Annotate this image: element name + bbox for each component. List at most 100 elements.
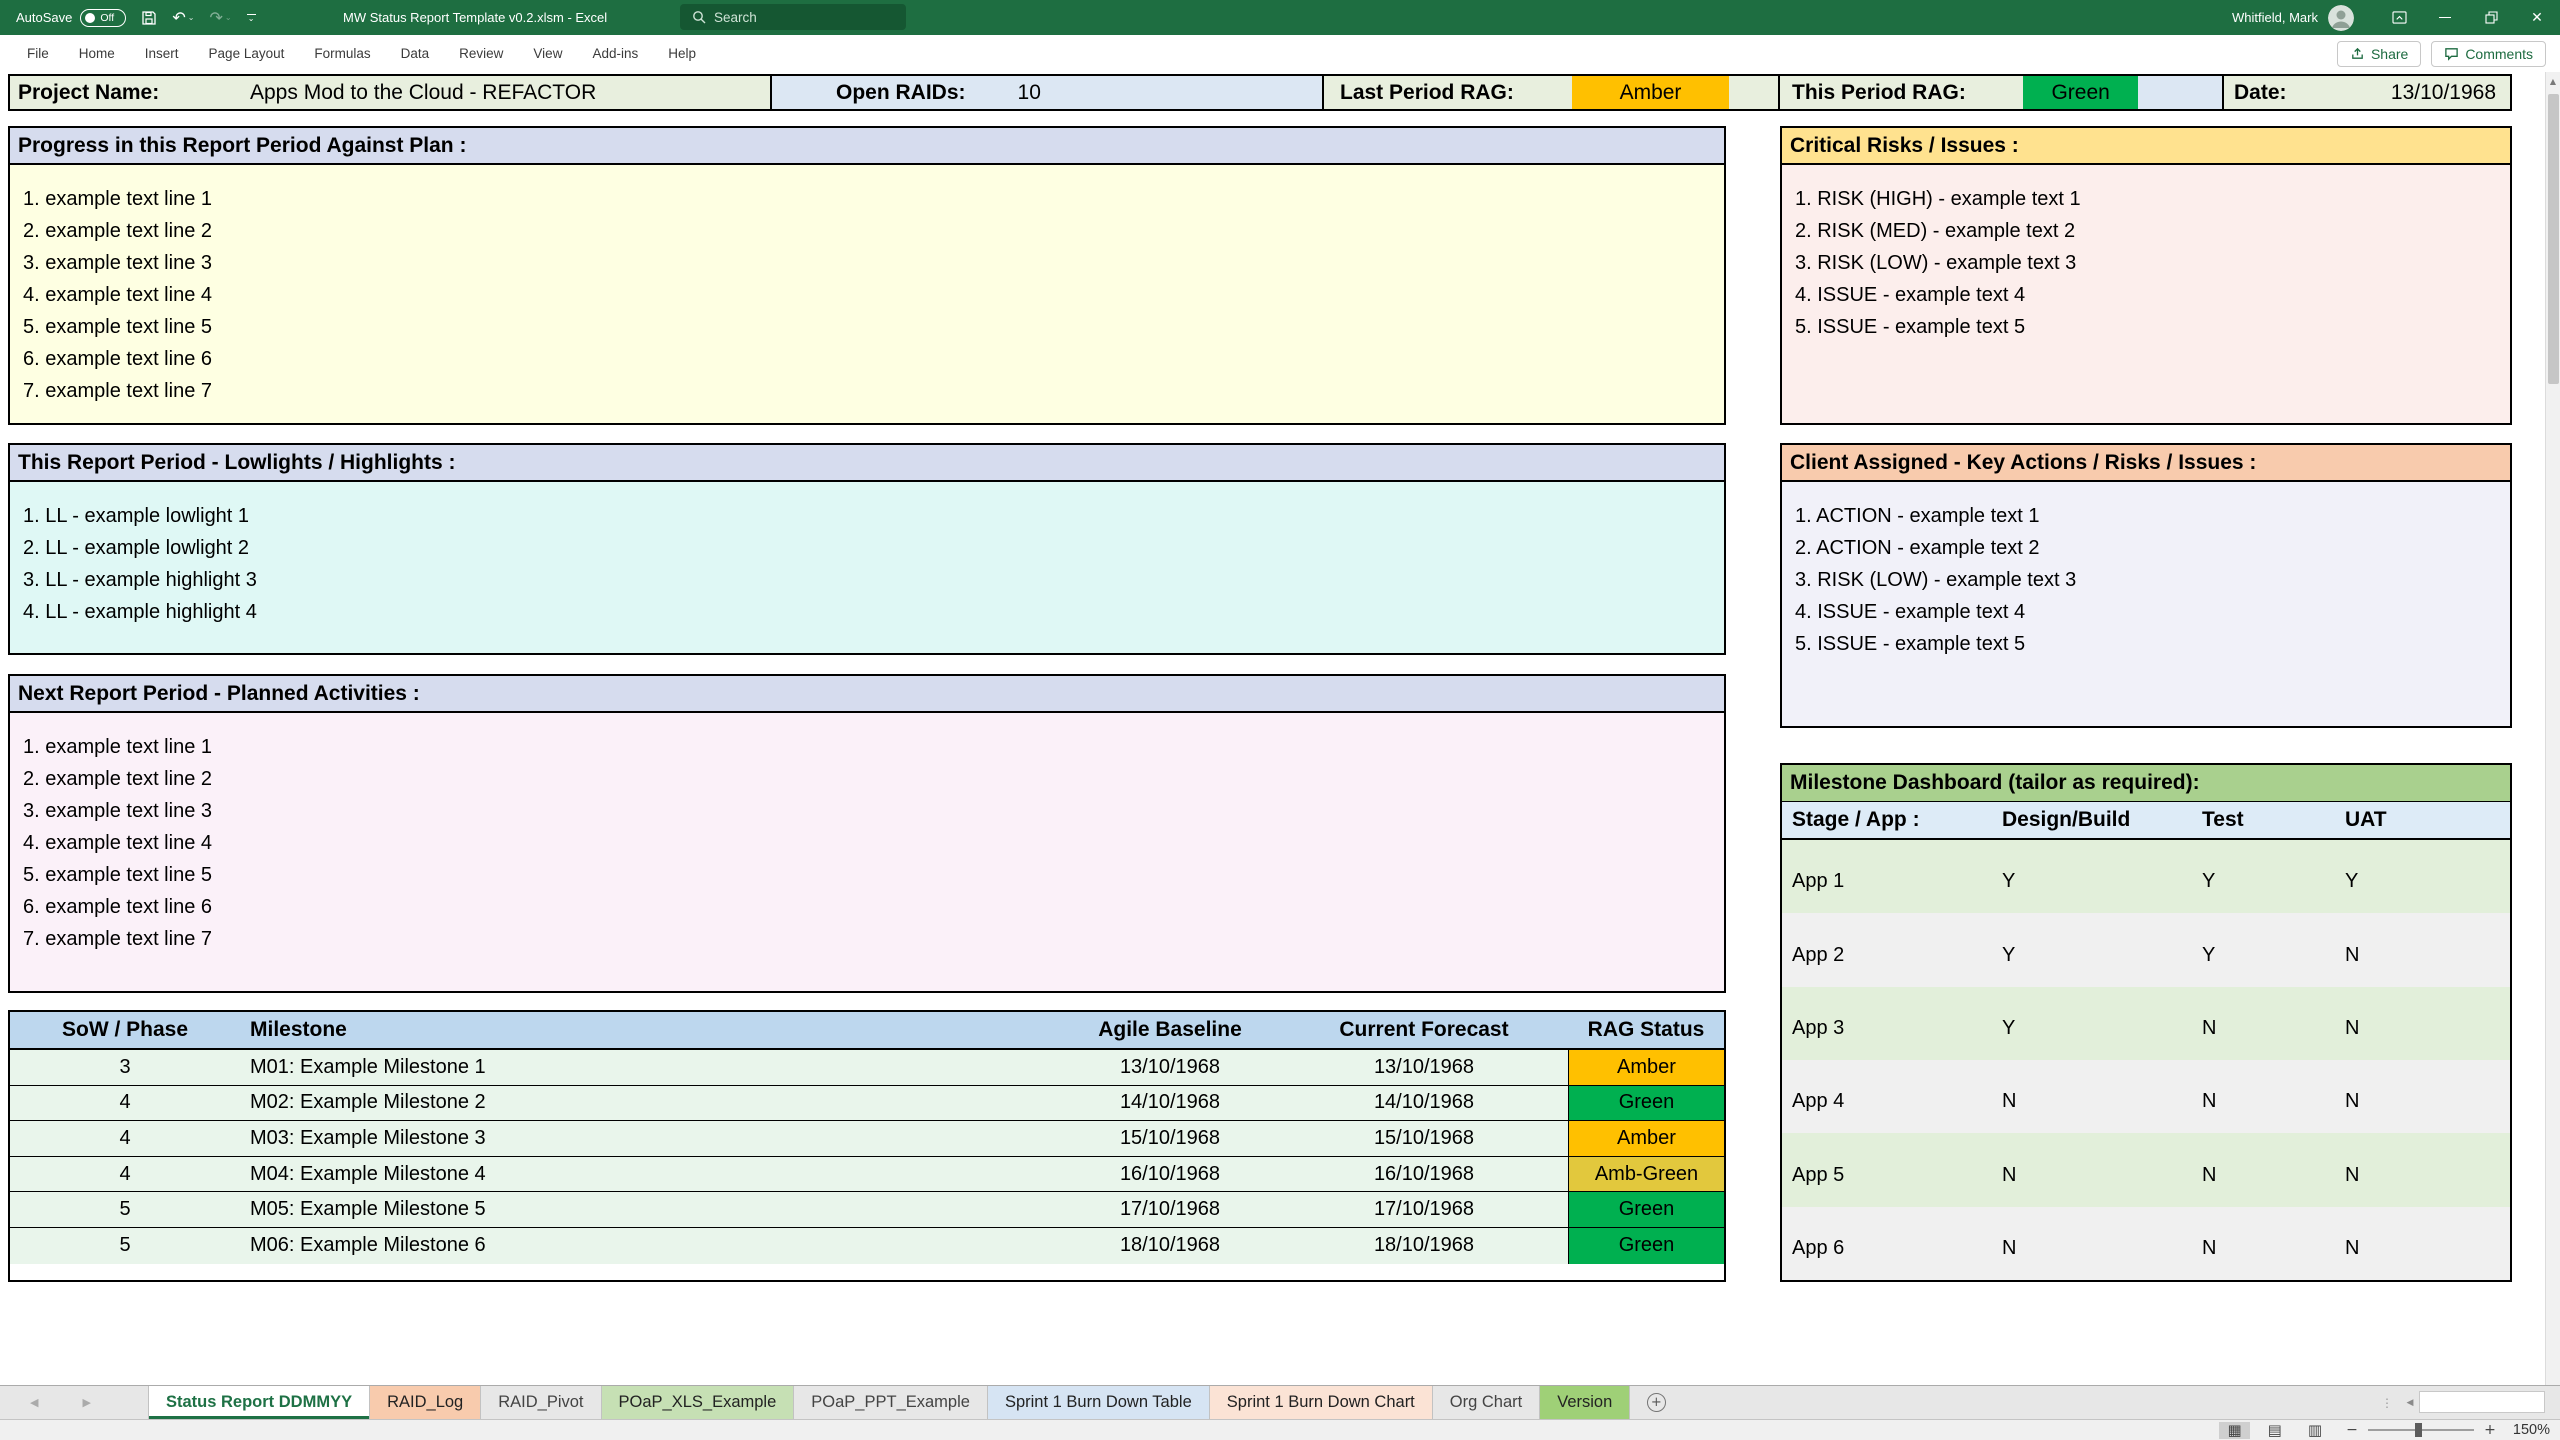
ribbon-tab[interactable]: Page Layout xyxy=(194,35,300,72)
prev-sheet-icon[interactable]: ◀ xyxy=(30,1396,38,1409)
text-line: 3. RISK (LOW) - example text 3 xyxy=(1795,251,2077,274)
cell-forecast: 15/10/1968 xyxy=(1373,1126,1475,1149)
ribbon-tab[interactable]: Review xyxy=(444,35,518,72)
menubar-right: Share Comments xyxy=(2336,40,2546,67)
dashboard-row[interactable]: App 2 Y Y N xyxy=(1782,913,2510,987)
ribbon-tab[interactable]: File xyxy=(12,35,64,72)
table-row[interactable]: 3 M01: Example Milestone 1 13/10/1968 13… xyxy=(10,1050,1724,1086)
cell-phase: 4 xyxy=(119,1091,131,1114)
autosave-label: AutoSave xyxy=(16,10,73,25)
ribbon-tab[interactable]: Data xyxy=(386,35,445,72)
ribbon-tab[interactable]: View xyxy=(518,35,577,72)
minimize-button[interactable] xyxy=(2422,0,2468,35)
table-row[interactable]: 4 M03: Example Milestone 3 15/10/1968 15… xyxy=(10,1121,1724,1157)
zoom-slider-thumb[interactable] xyxy=(2414,1423,2422,1437)
section-progress-body[interactable]: 1. example text line 1 2. example text li… xyxy=(10,165,1724,423)
undo-icon: ↶ xyxy=(172,7,186,27)
col-header-phase: SoW / Phase xyxy=(61,1018,189,1041)
search-box[interactable] xyxy=(680,4,906,30)
sheet-tab[interactable]: POaP_PPT_Example xyxy=(794,1386,988,1419)
cell-design-build: N xyxy=(2002,1163,2017,1186)
ribbon-tab[interactable]: Help xyxy=(653,35,711,72)
autosave-switch[interactable]: Off xyxy=(80,8,127,27)
sheet-tab[interactable]: POaP_XLS_Example xyxy=(601,1386,795,1419)
search-input[interactable] xyxy=(714,9,874,25)
redo-button[interactable]: ↷ ⌄ xyxy=(209,9,231,26)
cell-rag-status: Green xyxy=(1568,1227,1724,1264)
sheet-tab[interactable]: Sprint 1 Burn Down Chart xyxy=(1209,1386,1433,1419)
minimize-icon xyxy=(2439,17,2451,18)
user-name[interactable]: Whitfield, Mark xyxy=(2232,10,2318,25)
share-button[interactable]: Share xyxy=(2336,40,2422,67)
sheet-tab-label: Version xyxy=(1557,1393,1613,1411)
vertical-scrollbar-thumb[interactable] xyxy=(2548,94,2559,384)
date-cell[interactable]: Date: 13/10/1968 xyxy=(2222,76,2510,109)
text-line: 7. example text line 7 xyxy=(23,927,212,950)
text-line: 1. LL - example lowlight 1 xyxy=(23,504,250,527)
zoom-slider[interactable] xyxy=(2368,1423,2474,1437)
sheet-tab[interactable]: RAID_Log xyxy=(370,1386,482,1419)
text-line: 4. ISSUE - example text 4 xyxy=(1795,600,2026,623)
last-period-rag-cell[interactable]: Last Period RAG: Amber xyxy=(1322,76,1778,109)
text-line: 2. example text line 2 xyxy=(23,219,212,242)
dashboard-row[interactable]: App 6 N N N xyxy=(1782,1206,2510,1280)
sheet-tab[interactable]: Status Report DDMMYY xyxy=(148,1386,371,1419)
section-client-assigned-body[interactable]: 1. ACTION - example text 1 2. ACTION - ex… xyxy=(1782,482,2510,726)
project-name-cell[interactable]: Project Name: Apps Mod to the Cloud - RE… xyxy=(10,76,770,109)
sheet-tab[interactable]: Sprint 1 Burn Down Table xyxy=(987,1386,1210,1419)
dashboard-row[interactable]: App 3 Y N N xyxy=(1782,986,2510,1060)
open-raids-cell[interactable]: Open RAIDs: 10 xyxy=(770,76,1322,109)
this-period-rag-label: This Period RAG: xyxy=(1792,80,1966,104)
open-raids-value: 10 xyxy=(1017,80,1041,104)
ribbon-display-options-button[interactable] xyxy=(2376,0,2422,35)
chevron-down-icon: ⌄ xyxy=(247,14,255,23)
tab-splitter-handle[interactable]: ⋮ xyxy=(2381,1386,2401,1419)
next-sheet-icon[interactable]: ▶ xyxy=(82,1396,90,1409)
zoom-in-icon[interactable]: + xyxy=(2484,1422,2496,1438)
new-sheet-button[interactable]: + xyxy=(1630,1386,1682,1419)
scroll-up-icon[interactable]: ▲ xyxy=(2546,72,2560,90)
autosave-toggle[interactable]: AutoSave Off xyxy=(16,8,127,27)
sheet-tab[interactable]: Org Chart xyxy=(1433,1386,1541,1419)
table-row[interactable]: 5 M05: Example Milestone 5 17/10/1968 17… xyxy=(10,1192,1724,1228)
ribbon-tab[interactable]: Formulas xyxy=(299,35,385,72)
zoom-level[interactable]: 150% xyxy=(2506,1422,2550,1438)
this-period-rag-cell[interactable]: This Period RAG: Green xyxy=(1778,76,2222,109)
table-row[interactable]: 4 M04: Example Milestone 4 16/10/1968 16… xyxy=(10,1156,1724,1193)
horizontal-scrollbar[interactable] xyxy=(2419,1391,2545,1413)
table-row[interactable]: 5 M06: Example Milestone 6 18/10/1968 18… xyxy=(10,1227,1724,1264)
avatar[interactable] xyxy=(2328,4,2354,31)
sheet-tab[interactable]: Version xyxy=(1540,1386,1631,1419)
sheet-tab[interactable]: RAID_Pivot xyxy=(481,1386,602,1419)
cell-design-build: N xyxy=(2002,1236,2017,1259)
cell-app: App 3 xyxy=(1792,1016,1845,1039)
close-button[interactable]: ✕ xyxy=(2514,0,2560,35)
scroll-left-icon[interactable]: ◀ xyxy=(2401,1386,2419,1419)
cell-baseline: 15/10/1968 xyxy=(1119,1126,1221,1149)
ribbon-tab[interactable]: Add-ins xyxy=(577,35,653,72)
customize-quick-access-button[interactable]: ⌄ xyxy=(246,14,256,23)
restore-button[interactable] xyxy=(2468,0,2514,35)
cell-forecast: 13/10/1968 xyxy=(1373,1055,1475,1078)
section-critical-risks-body[interactable]: 1. RISK (HIGH) - example text 1 2. RISK (… xyxy=(1782,165,2510,423)
page-break-view-icon[interactable]: ▥ xyxy=(2300,1422,2330,1439)
vertical-scrollbar[interactable]: ▲ xyxy=(2545,72,2560,1385)
page-layout-view-icon[interactable]: ▤ xyxy=(2260,1422,2290,1439)
text-line: 3. example text line 3 xyxy=(23,799,212,822)
section-planned-body[interactable]: 1. example text line 1 2. example text li… xyxy=(10,713,1724,991)
save-button[interactable] xyxy=(141,10,157,26)
normal-view-icon[interactable]: ▦ xyxy=(2219,1421,2250,1439)
search-icon xyxy=(693,11,706,24)
ribbon-tab[interactable]: Insert xyxy=(130,35,194,72)
table-row[interactable]: 4 M02: Example Milestone 2 14/10/1968 14… xyxy=(10,1085,1724,1122)
dashboard-row[interactable]: App 4 N N N xyxy=(1782,1059,2510,1134)
zoom-out-icon[interactable]: − xyxy=(2346,1422,2358,1438)
section-lowlights-body[interactable]: 1. LL - example lowlight 1 2. LL - exampl… xyxy=(10,482,1724,653)
dashboard-row[interactable]: App 1 Y Y Y xyxy=(1782,840,2510,914)
dashboard-row[interactable]: App 5 N N N xyxy=(1782,1133,2510,1207)
comments-button[interactable]: Comments xyxy=(2431,40,2546,67)
undo-button[interactable]: ↶ ⌄ xyxy=(172,7,194,27)
col-header-stage: Stage / App : xyxy=(1792,808,1920,831)
ribbon-tab[interactable]: Home xyxy=(64,35,130,72)
text-line: 1. RISK (HIGH) - example text 1 xyxy=(1795,187,2081,210)
